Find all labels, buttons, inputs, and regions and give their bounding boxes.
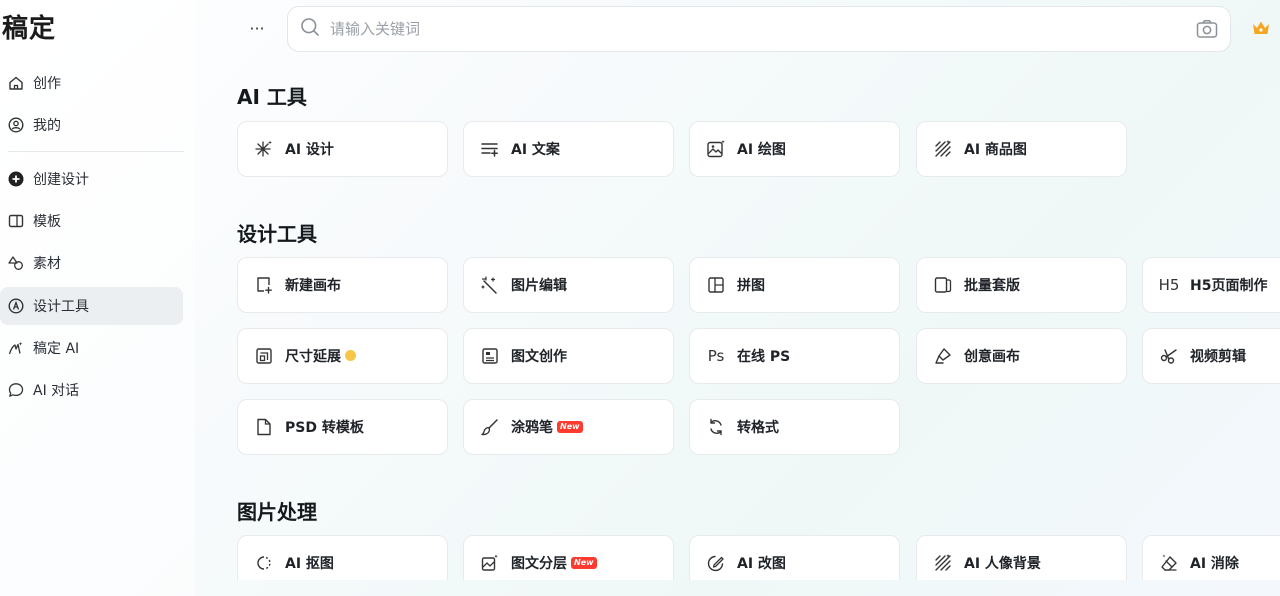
edit-image-icon <box>706 553 726 573</box>
hatch-icon <box>933 139 953 159</box>
card-label: 尺寸延展 <box>285 349 341 365</box>
card-graphic-creation[interactable]: 图文创作 <box>463 328 674 384</box>
new-badge: New <box>557 421 583 433</box>
image-sparkle-icon <box>706 139 726 159</box>
card-label: 视频剪辑 <box>1190 349 1246 365</box>
card-collage[interactable]: 拼图 <box>689 257 900 313</box>
card-ai-erase[interactable]: AI 消除 <box>1142 535 1280 580</box>
card-label: AI 绘图 <box>737 142 786 158</box>
hatch-icon <box>933 553 953 573</box>
batch-icon <box>933 275 953 295</box>
convert-icon <box>706 417 726 437</box>
sparkle-icon <box>254 139 274 159</box>
magic-wand-icon <box>480 275 500 295</box>
card-image-edit[interactable]: 图片编辑 <box>463 257 674 313</box>
creative-icon <box>933 346 953 366</box>
card-layer-split[interactable]: 图文分层 New <box>463 535 674 580</box>
cutout-icon <box>254 553 274 573</box>
card-label: 转格式 <box>737 420 779 436</box>
section-title-image-processing: 图片处理 <box>237 500 317 524</box>
section-title-design-tools: 设计工具 <box>237 222 317 246</box>
card-new-canvas[interactable]: 新建画布 <box>237 257 448 313</box>
vip-badge-icon <box>345 349 356 361</box>
card-ai-image-edit[interactable]: AI 改图 <box>689 535 900 580</box>
card-doodle-pen[interactable]: 涂鸦笔 New <box>463 399 674 455</box>
brush-icon <box>480 417 500 437</box>
card-h5-page[interactable]: H5 H5页面制作 <box>1142 257 1280 313</box>
card-ai-cutout[interactable]: AI 抠图 <box>237 535 448 580</box>
scissors-icon <box>1159 346 1179 366</box>
layers-icon <box>480 553 500 573</box>
card-format-convert[interactable]: 转格式 <box>689 399 900 455</box>
collage-icon <box>706 275 726 295</box>
card-label: AI 人像背景 <box>964 556 1041 572</box>
card-label: H5页面制作 <box>1190 278 1268 294</box>
card-label: 图片编辑 <box>511 278 567 294</box>
card-online-ps[interactable]: Ps 在线 PS <box>689 328 900 384</box>
card-creative-canvas[interactable]: 创意画布 <box>916 328 1127 384</box>
section-title-ai-tools: AI 工具 <box>237 85 307 109</box>
new-badge: New <box>571 557 597 569</box>
card-resize[interactable]: 尺寸延展 <box>237 328 448 384</box>
card-batch-template[interactable]: 批量套版 <box>916 257 1127 313</box>
card-label: 创意画布 <box>964 349 1020 365</box>
main-content: AI 工具 AI 设计 AI 文案 AI 绘图 AI 商品图 设计工具 新建画布 <box>0 0 1280 580</box>
card-psd-to-template[interactable]: PSD 转模板 <box>237 399 448 455</box>
card-label: 图文分层 <box>511 556 567 572</box>
eraser-icon <box>1159 553 1179 573</box>
resize-icon <box>254 346 274 366</box>
card-label: 在线 PS <box>737 349 791 365</box>
card-video-edit[interactable]: 视频剪辑 <box>1142 328 1280 384</box>
ps-icon: Ps <box>707 347 725 365</box>
card-ai-copywriting[interactable]: AI 文案 <box>463 121 674 177</box>
card-label: 新建画布 <box>285 278 341 294</box>
card-label: 批量套版 <box>964 278 1020 294</box>
card-label: AI 商品图 <box>964 142 1027 158</box>
card-label: PSD 转模板 <box>285 420 364 436</box>
h5-icon: H5 <box>1158 276 1180 294</box>
card-label: 涂鸦笔 <box>511 420 553 436</box>
card-ai-drawing[interactable]: AI 绘图 <box>689 121 900 177</box>
card-label: AI 文案 <box>511 142 560 158</box>
card-label: AI 改图 <box>737 556 786 572</box>
card-label: 图文创作 <box>511 349 567 365</box>
card-ai-product-image[interactable]: AI 商品图 <box>916 121 1127 177</box>
card-label: AI 抠图 <box>285 556 334 572</box>
card-ai-design[interactable]: AI 设计 <box>237 121 448 177</box>
card-label: AI 消除 <box>1190 556 1239 572</box>
text-lines-icon <box>480 139 500 159</box>
new-canvas-icon <box>254 275 274 295</box>
document-icon <box>480 346 500 366</box>
file-icon <box>254 417 274 437</box>
card-label: 拼图 <box>737 278 765 294</box>
card-label: AI 设计 <box>285 142 334 158</box>
card-ai-portrait-bg[interactable]: AI 人像背景 <box>916 535 1127 580</box>
